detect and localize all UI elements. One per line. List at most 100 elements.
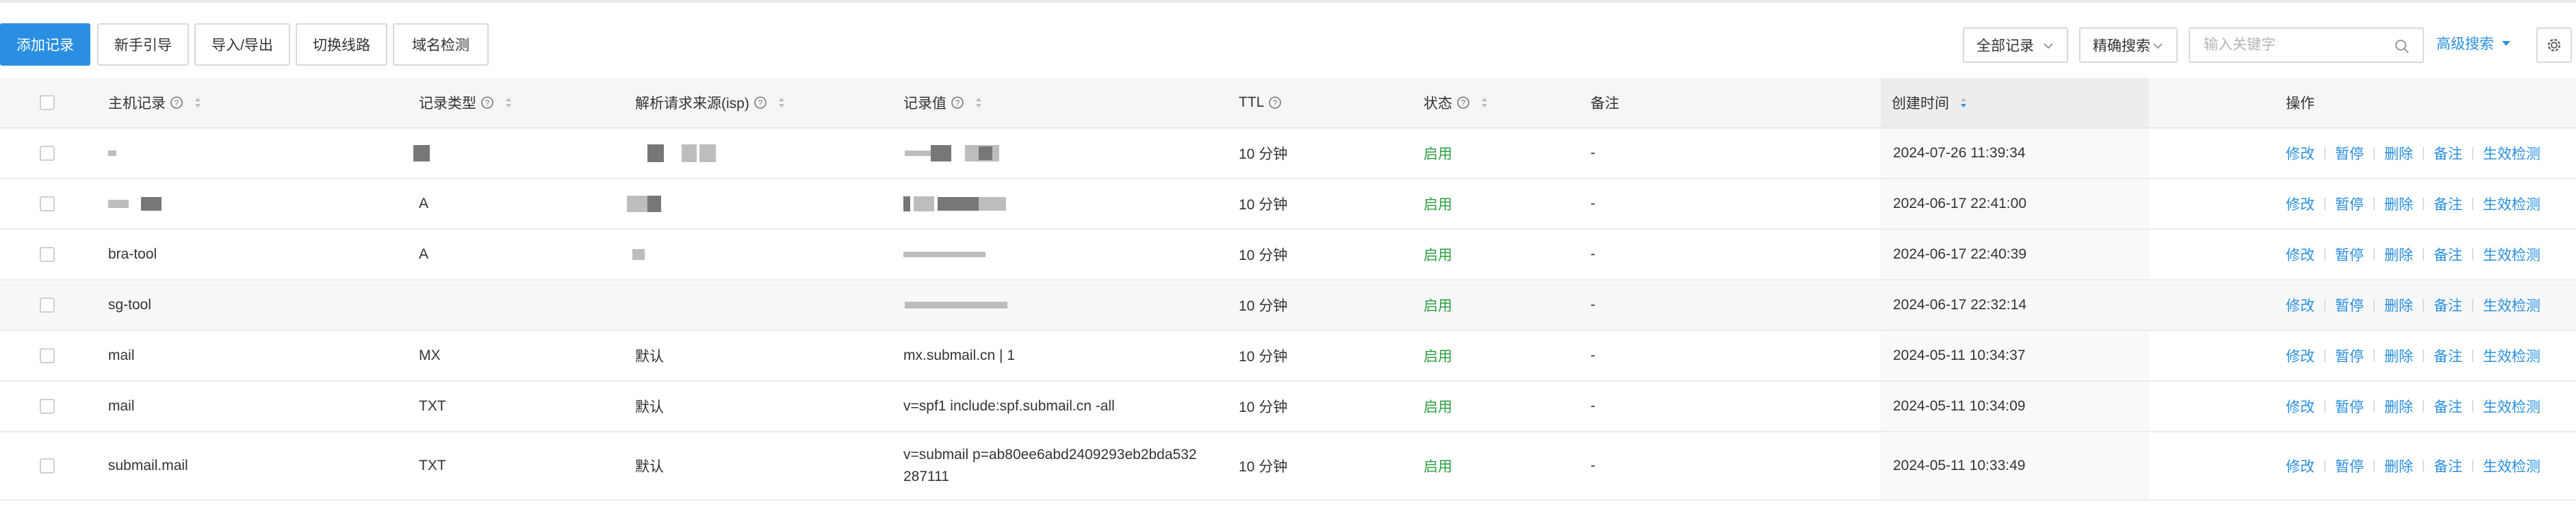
search-mode-select[interactable]: 精确搜索 bbox=[2079, 27, 2178, 63]
edit-action-link[interactable]: 修改 bbox=[2286, 244, 2315, 265]
help-icon[interactable]: ? bbox=[951, 96, 964, 109]
action-divider bbox=[2423, 299, 2424, 311]
pause-action-link[interactable]: 暂停 bbox=[2335, 345, 2364, 366]
row-checkbox[interactable] bbox=[40, 129, 55, 178]
row-checkbox[interactable] bbox=[40, 331, 55, 380]
row-checkbox[interactable] bbox=[40, 230, 55, 279]
advanced-search-link[interactable]: 高级搜索 bbox=[2436, 33, 2513, 53]
delete-action-link[interactable]: 删除 bbox=[2384, 143, 2413, 164]
pause-action-link[interactable]: 暂停 bbox=[2335, 396, 2364, 417]
pause-action-link[interactable]: 暂停 bbox=[2335, 295, 2364, 315]
header-type[interactable]: 记录类型 ? bbox=[419, 78, 513, 127]
edit-action-link[interactable]: 修改 bbox=[2286, 194, 2315, 214]
table-row: mail MX 默认 mx.submail.cn | 1 10 分钟 启用 - 2024-05… bbox=[0, 331, 2576, 382]
delete-action-link[interactable]: 删除 bbox=[2384, 194, 2413, 214]
edit-action-link[interactable]: 修改 bbox=[2286, 295, 2315, 315]
help-icon[interactable]: ? bbox=[1456, 96, 1470, 109]
edit-action-link[interactable]: 修改 bbox=[2286, 143, 2315, 164]
status-cell: 启用 bbox=[1424, 349, 1452, 365]
edit-action-link[interactable]: 修改 bbox=[2286, 396, 2315, 417]
delete-action-link[interactable]: 删除 bbox=[2384, 396, 2413, 417]
edit-action-link[interactable]: 修改 bbox=[2286, 345, 2315, 366]
delete-action-link[interactable]: 删除 bbox=[2384, 345, 2413, 366]
header-value[interactable]: 记录值 ? bbox=[903, 78, 983, 127]
action-divider bbox=[2423, 198, 2424, 210]
help-icon[interactable]: ? bbox=[1268, 96, 1282, 109]
remark-action-link[interactable]: 备注 bbox=[2434, 295, 2462, 315]
remark-action-link[interactable]: 备注 bbox=[2434, 244, 2462, 265]
svg-text:?: ? bbox=[1461, 99, 1466, 108]
add-record-button[interactable]: 添加记录 bbox=[0, 23, 90, 66]
guide-button[interactable]: 新手引导 bbox=[97, 23, 189, 66]
action-divider bbox=[2324, 147, 2326, 159]
edit-action-link[interactable]: 修改 bbox=[2286, 456, 2315, 476]
verify-action-link[interactable]: 生效检测 bbox=[2483, 345, 2540, 366]
pause-action-link[interactable]: 暂停 bbox=[2335, 143, 2364, 164]
svg-text:?: ? bbox=[485, 99, 490, 108]
verify-action-link[interactable]: 生效检测 bbox=[2483, 244, 2540, 265]
sort-icon[interactable] bbox=[974, 95, 983, 110]
status-cell: 启用 bbox=[1424, 248, 1452, 263]
verify-action-link[interactable]: 生效检测 bbox=[2483, 143, 2540, 164]
sort-icon[interactable] bbox=[193, 95, 203, 110]
created-cell: 2024-06-17 22:32:14 bbox=[1893, 297, 2026, 313]
value-line-1: v=submail p=ab80ee6abd2409293eb2bda532 bbox=[903, 447, 1197, 462]
search-input[interactable] bbox=[2202, 36, 2383, 54]
help-icon[interactable]: ? bbox=[480, 96, 494, 109]
keyword-search-box[interactable] bbox=[2189, 27, 2424, 63]
verify-action-link[interactable]: 生效检测 bbox=[2483, 456, 2540, 476]
row-checkbox[interactable] bbox=[40, 280, 55, 330]
pause-action-link[interactable]: 暂停 bbox=[2335, 244, 2364, 265]
top-border bbox=[0, 0, 2576, 3]
help-icon[interactable]: ? bbox=[170, 96, 183, 109]
header-created-label: 创建时间 bbox=[1892, 96, 1949, 112]
domain-check-button[interactable]: 域名检测 bbox=[393, 23, 489, 66]
sort-icon[interactable] bbox=[504, 95, 513, 110]
header-status[interactable]: 状态 ? bbox=[1424, 78, 1489, 127]
svg-text:?: ? bbox=[175, 99, 179, 108]
header-value-label: 记录值 bbox=[903, 96, 946, 112]
row-checkbox[interactable] bbox=[40, 179, 55, 229]
pause-action-link[interactable]: 暂停 bbox=[2335, 456, 2364, 476]
action-divider bbox=[2324, 400, 2326, 413]
redacted-block bbox=[699, 144, 716, 162]
remark-action-link[interactable]: 备注 bbox=[2434, 345, 2462, 366]
sort-icon[interactable] bbox=[777, 95, 786, 110]
remark-cell: - bbox=[1590, 145, 1595, 161]
remark-action-link[interactable]: 备注 bbox=[2434, 396, 2462, 417]
switch-line-button[interactable]: 切换线路 bbox=[296, 23, 387, 66]
row-checkbox[interactable] bbox=[40, 382, 55, 431]
import-export-button[interactable]: 导入/导出 bbox=[194, 23, 290, 66]
remark-action-link[interactable]: 备注 bbox=[2434, 456, 2462, 476]
delete-action-link[interactable]: 删除 bbox=[2384, 456, 2413, 476]
select-all-checkbox[interactable] bbox=[40, 78, 55, 127]
header-host[interactable]: 主机记录 ? bbox=[108, 78, 203, 127]
svg-text:?: ? bbox=[955, 99, 960, 108]
table-header: 主机记录 ? 记录类型 ? 解析请求来源(isp) ? 记录值 ? TTL ? … bbox=[0, 78, 2576, 129]
sort-desc-icon[interactable] bbox=[1959, 95, 1968, 110]
header-remark: 备注 bbox=[1590, 78, 1619, 127]
table-row: bra-tool A 10 分钟 启用 - 2024-06-17 22:40:39 修改 暂停… bbox=[0, 230, 2576, 280]
remark-cell: - bbox=[1590, 246, 1595, 262]
remark-action-link[interactable]: 备注 bbox=[2434, 194, 2462, 214]
remark-action-link[interactable]: 备注 bbox=[2434, 143, 2462, 164]
actions-cell: 修改 暂停 删除 备注 生效检测 bbox=[2286, 129, 2540, 178]
delete-action-link[interactable]: 删除 bbox=[2384, 244, 2413, 265]
verify-action-link[interactable]: 生效检测 bbox=[2483, 194, 2540, 214]
search-icon[interactable] bbox=[2394, 38, 2410, 55]
settings-button[interactable] bbox=[2536, 27, 2572, 63]
header-isp[interactable]: 解析请求来源(isp) ? bbox=[635, 78, 786, 127]
row-checkbox[interactable] bbox=[40, 432, 55, 499]
verify-action-link[interactable]: 生效检测 bbox=[2483, 396, 2540, 417]
delete-action-link[interactable]: 删除 bbox=[2384, 295, 2413, 315]
header-created[interactable]: 创建时间 bbox=[1892, 78, 1968, 127]
action-divider bbox=[2373, 198, 2375, 210]
sort-icon[interactable] bbox=[1480, 95, 1489, 110]
pause-action-link[interactable]: 暂停 bbox=[2335, 194, 2364, 214]
help-icon[interactable]: ? bbox=[754, 96, 767, 109]
record-filter-select[interactable]: 全部记录 bbox=[1963, 27, 2068, 63]
verify-action-link[interactable]: 生效检测 bbox=[2483, 295, 2540, 315]
redacted-block bbox=[931, 145, 951, 161]
type-cell: TXT bbox=[419, 398, 446, 414]
redacted-block bbox=[647, 144, 664, 162]
